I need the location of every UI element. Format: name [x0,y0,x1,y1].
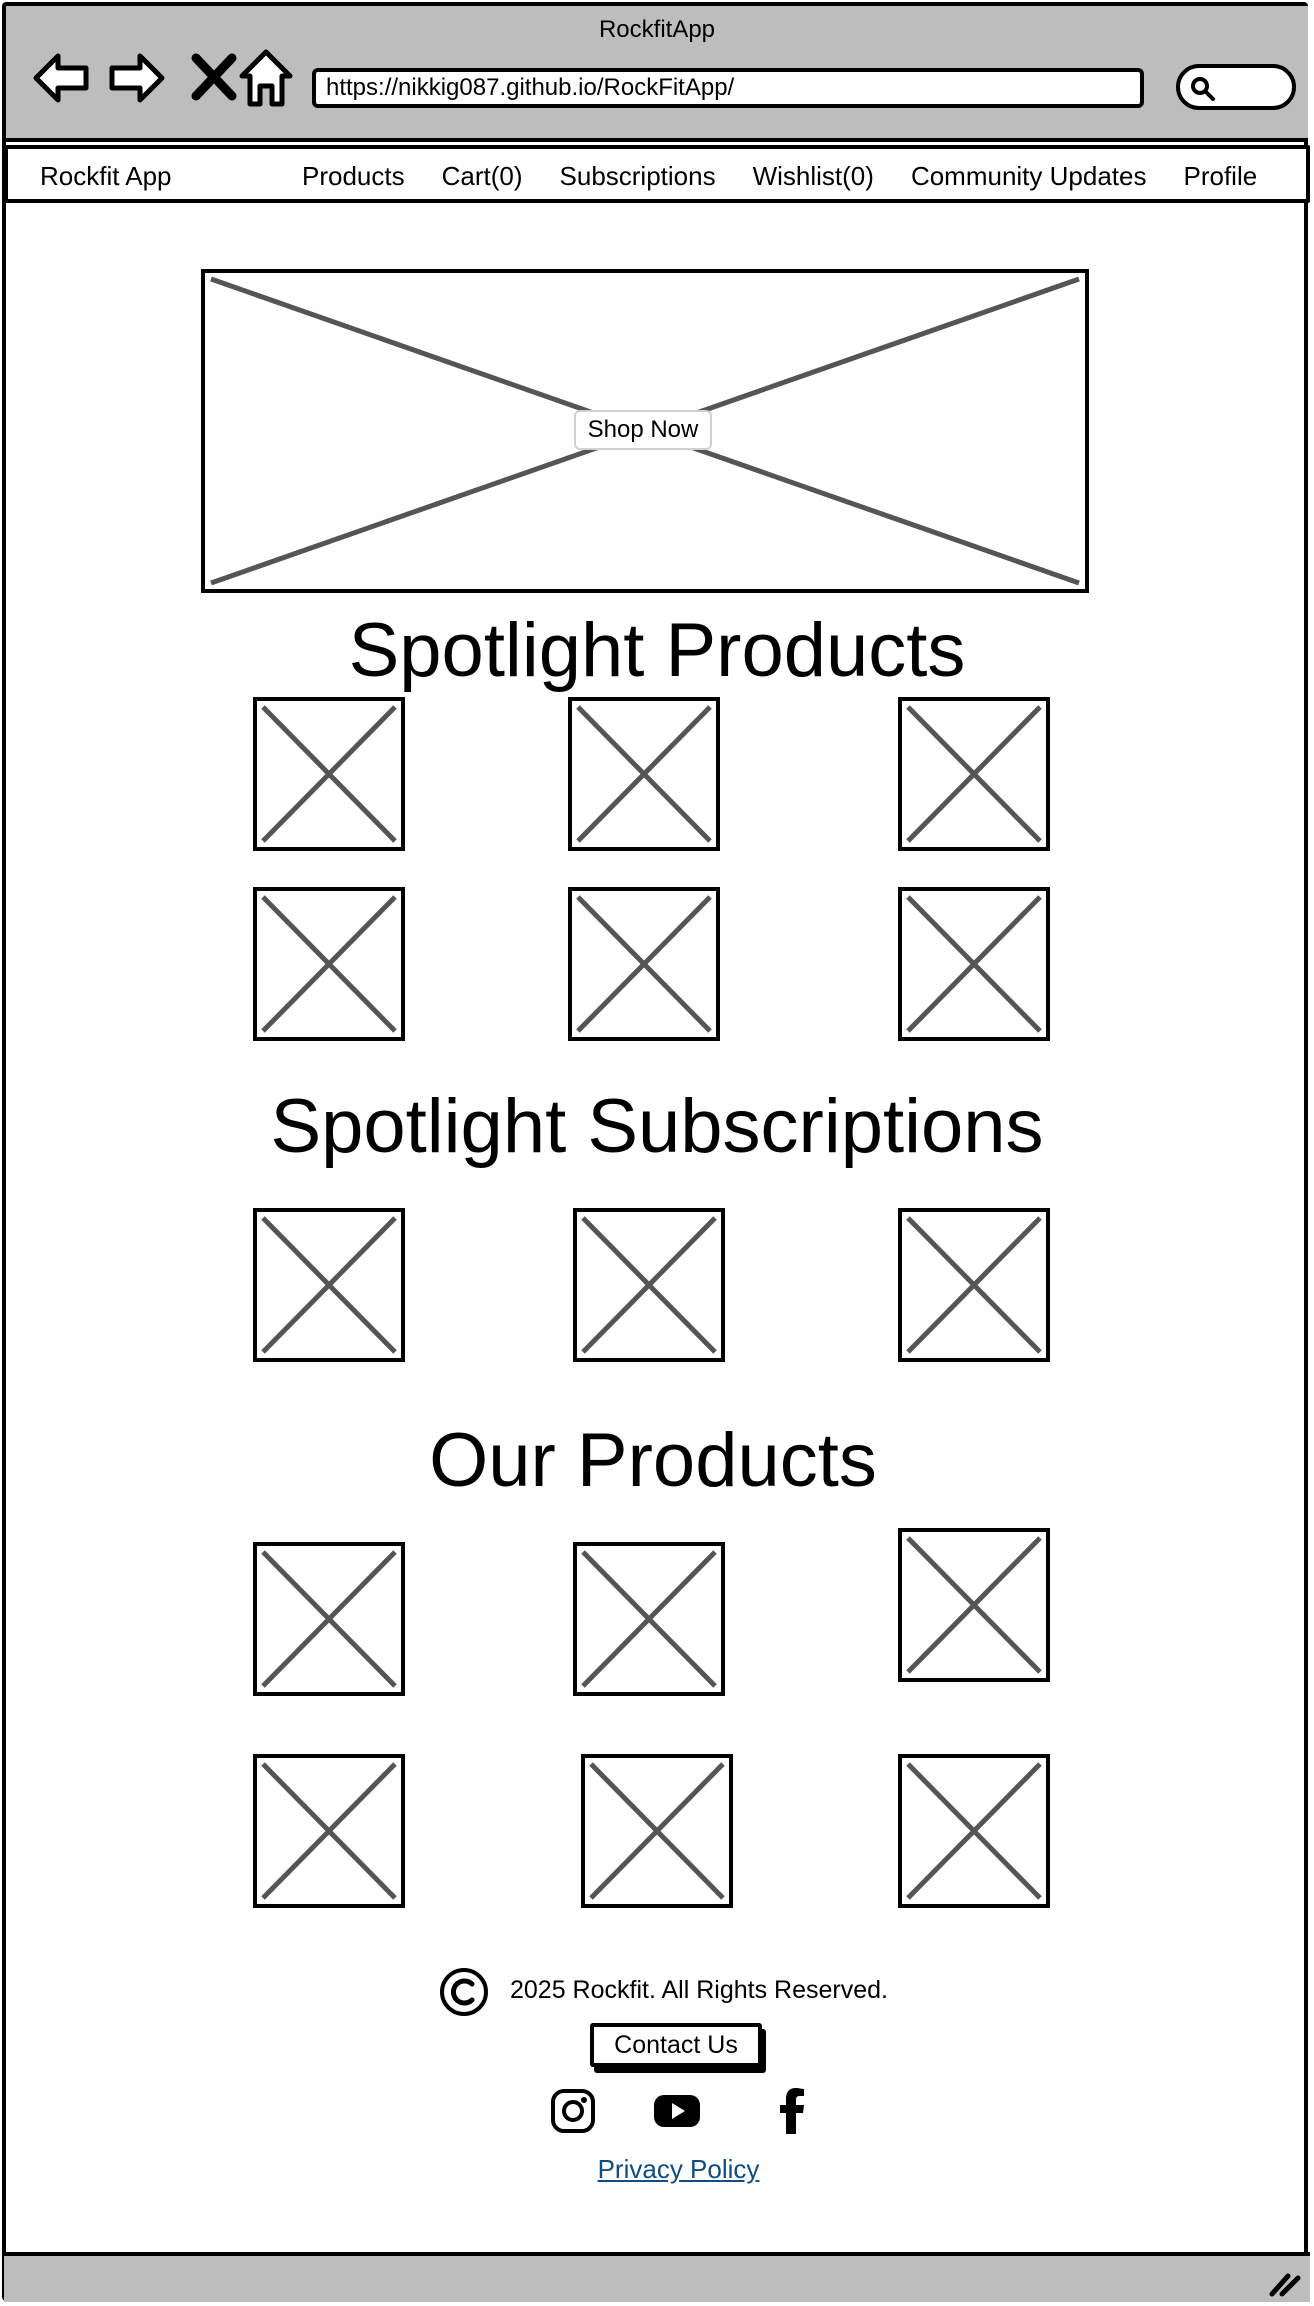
nav-links: Products Cart(0) Subscriptions Wishlist(… [302,161,1257,192]
back-arrow-icon[interactable] [30,46,94,110]
shop-now-button[interactable]: Shop Now [574,410,712,450]
brand-link[interactable]: Rockfit App [40,161,172,192]
browser-toolbar: RockfitApp https://nikkig087.github.io/R… [6,6,1308,142]
nav-link-subscriptions[interactable]: Subscriptions [560,161,716,192]
facebook-icon[interactable] [768,2086,818,2136]
product-image[interactable] [898,1528,1050,1682]
contact-us-button[interactable]: Contact Us [590,2023,762,2067]
copyright-text: 2025 Rockfit. All Rights Reserved. [510,1976,888,2004]
spotlight-products-heading: Spotlight Products [348,608,966,693]
nav-link-cart[interactable]: Cart(0) [442,161,523,192]
spotlight-subscription-image[interactable] [898,1208,1050,1362]
product-image[interactable] [581,1754,733,1908]
nav-link-community-updates[interactable]: Community Updates [911,161,1147,192]
product-image[interactable] [253,1754,405,1908]
spotlight-product-image[interactable] [568,697,720,851]
browser-window: RockfitApp https://nikkig087.github.io/R… [0,0,1314,2306]
window-title: RockfitApp [598,16,716,43]
search-icon [1191,77,1215,101]
status-bar [4,2252,1310,2302]
spotlight-subscription-image[interactable] [573,1208,725,1362]
spotlight-product-image[interactable] [898,887,1050,1041]
instagram-icon[interactable] [548,2086,598,2136]
forward-arrow-icon[interactable] [104,46,168,110]
nav-link-products[interactable]: Products [302,161,405,192]
copyright-icon [440,1968,488,2016]
nav-link-wishlist[interactable]: Wishlist(0) [753,161,874,192]
url-bar[interactable]: https://nikkig087.github.io/RockFitApp/ [312,68,1144,108]
privacy-policy-link[interactable]: Privacy Policy [0,2154,1314,2185]
footer-copyright: 2025 Rockfit. All Rights Reserved. [438,1966,938,2018]
our-products-heading: Our Products [429,1418,877,1503]
home-icon[interactable] [234,46,298,110]
resize-handle-icon[interactable] [1266,2262,1302,2298]
spotlight-subscriptions-heading: Spotlight Subscriptions [270,1084,1044,1169]
product-image[interactable] [898,1754,1050,1908]
product-image[interactable] [253,1542,405,1696]
search-field[interactable] [1176,64,1296,110]
spotlight-subscription-image[interactable] [253,1208,405,1362]
spotlight-product-image[interactable] [568,887,720,1041]
youtube-icon[interactable] [652,2086,702,2136]
spotlight-product-image[interactable] [253,697,405,851]
site-navbar: Rockfit App Products Cart(0) Subscriptio… [4,145,1310,203]
spotlight-product-image[interactable] [898,697,1050,851]
spotlight-product-image[interactable] [253,887,405,1041]
nav-link-profile[interactable]: Profile [1183,161,1257,192]
product-image[interactable] [573,1542,725,1696]
